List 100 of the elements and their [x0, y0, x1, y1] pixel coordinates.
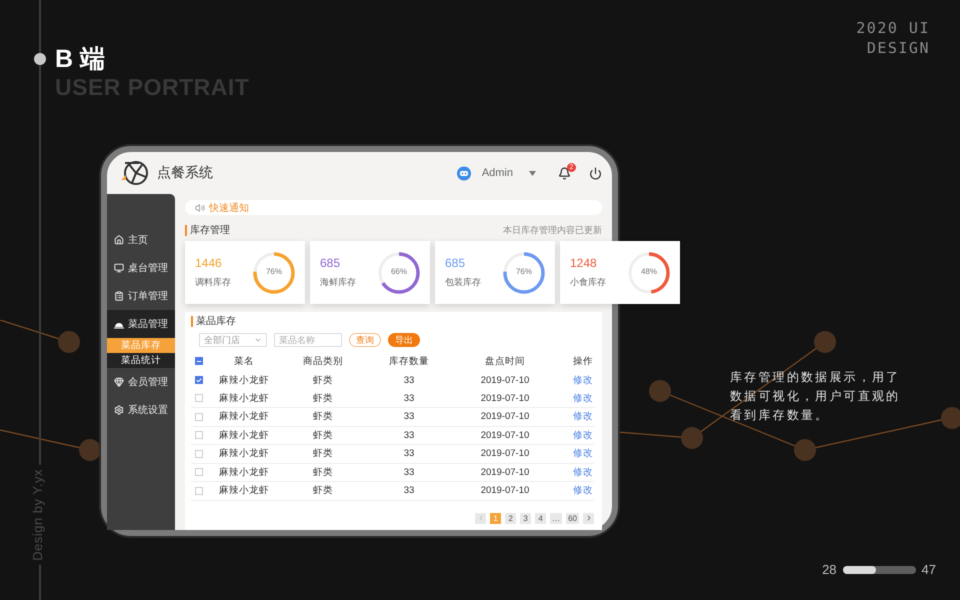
table-cell-text: 33	[402, 411, 416, 422]
edit-link[interactable]: 修改	[563, 447, 603, 460]
stat-label: 调料库存	[195, 276, 231, 289]
credit-text: Design by Y.yx	[30, 465, 45, 565]
table-cell-text: 2019-07-10	[480, 392, 530, 404]
table-cell-text: 33	[402, 466, 416, 478]
name-input[interactable]: 菜品名称	[274, 333, 342, 347]
user-name[interactable]: Admin	[482, 167, 513, 179]
bell-icon[interactable]	[558, 166, 571, 180]
table-cell-text: 麻辣小龙虾	[218, 484, 270, 498]
row-checkbox[interactable]	[195, 486, 203, 495]
row-checkbox[interactable]	[195, 394, 203, 402]
speaker-icon	[195, 202, 205, 212]
current-slide-number: 28	[822, 562, 837, 577]
caret-icon[interactable]	[529, 170, 536, 176]
ring-percent: 76%	[514, 266, 533, 276]
section-title: 库存管理	[185, 225, 230, 236]
power-icon[interactable]	[589, 166, 602, 180]
sidebar-item[interactable]: 主页	[107, 226, 175, 254]
stat-label: 海鲜库存	[320, 276, 356, 289]
table-cell-text: 麻辣小龙虾	[218, 466, 270, 479]
table-cell-text: 33	[402, 448, 416, 460]
table-cell-text: 虾类	[312, 428, 334, 442]
sidebar-item[interactable]: 菜品管理	[107, 310, 175, 338]
diamond-icon	[114, 377, 124, 387]
row-checkbox[interactable]	[195, 412, 203, 421]
stat-value: 1248	[570, 256, 598, 270]
timeline-dot	[34, 53, 46, 65]
edit-link[interactable]: 修改	[563, 428, 603, 442]
stat-label: 包装库存	[445, 276, 481, 289]
monitor-icon	[114, 263, 124, 273]
ring-percent: 48%	[640, 266, 658, 276]
ring-percent: 76%	[264, 266, 283, 276]
panel-title: 菜品库存	[191, 316, 594, 327]
row-checkbox[interactable]	[195, 376, 203, 384]
chevron-icon	[254, 336, 262, 344]
table-cell-text: 麻辣小龙虾	[218, 392, 270, 405]
ring-percent: 66%	[390, 266, 408, 276]
sidebar-item[interactable]: 订单管理	[107, 282, 175, 310]
export-button[interactable]: 导出	[388, 333, 420, 347]
table-cell-text: 麻辣小龙虾	[218, 447, 270, 460]
sidebar-item[interactable]: 桌台管理	[107, 254, 175, 282]
table-cell-text: 虾类	[312, 374, 334, 387]
edit-link[interactable]: 修改	[563, 466, 603, 479]
table-cell-text: 麻辣小龙虾	[218, 428, 270, 442]
page-button[interactable]: 3	[520, 512, 532, 524]
edit-link[interactable]: 修改	[563, 392, 603, 405]
table-cell-text: 33	[402, 430, 416, 441]
edit-link[interactable]: 修改	[563, 374, 603, 387]
select-all-checkbox[interactable]	[195, 357, 203, 365]
table-cell-text: 麻辣小龙虾	[218, 410, 270, 424]
row-checkbox[interactable]	[195, 431, 203, 440]
sidebar-item[interactable]: 系统设置	[107, 396, 175, 424]
stat-label: 小食库存	[570, 276, 606, 289]
page-button[interactable]: 4	[535, 512, 546, 524]
avatar-icon[interactable]	[456, 165, 472, 181]
update-note: 本日库存管理内容已更新	[503, 224, 602, 237]
slide-title: B 端	[55, 44, 106, 74]
sidebar-subitem[interactable]: 菜品统计	[107, 353, 175, 368]
column-header: 菜名	[233, 354, 255, 368]
table-cell-text: 2019-07-10	[480, 485, 530, 496]
page-button[interactable]: 2	[505, 512, 516, 524]
check-icon	[196, 376, 202, 384]
table-cell-text: 虾类	[312, 447, 334, 460]
edit-link[interactable]: 修改	[563, 410, 603, 424]
page-button[interactable]: 60	[566, 512, 579, 524]
logo-icon	[119, 160, 149, 186]
sidebar-item[interactable]: 会员管理	[107, 368, 175, 396]
row-checkbox[interactable]	[195, 468, 203, 476]
table-cell-text: 虾类	[312, 410, 334, 424]
stat-value: 1446	[195, 256, 223, 270]
table-cell-text: 33	[402, 374, 416, 386]
table-cell-text: 2019-07-10	[480, 374, 530, 386]
table-cell-text: 虾类	[312, 484, 334, 498]
row-checkbox[interactable]	[195, 450, 203, 458]
table-cell-text: 2019-07-10	[480, 466, 530, 478]
next-page-button[interactable]	[583, 512, 594, 524]
page-button[interactable]: …	[550, 512, 562, 524]
notice-text: 快速通知	[209, 202, 249, 214]
home-icon	[114, 235, 124, 245]
edit-link[interactable]: 修改	[563, 484, 603, 498]
query-button[interactable]: 查询	[349, 333, 381, 347]
column-header: 库存数量	[388, 354, 430, 368]
table-cell-text: 2019-07-10	[480, 430, 530, 441]
description-text: 库存管理的数据展示，用了数据可视化，用户可直观的看到库存数量。	[730, 369, 902, 424]
table-cell-text: 2019-07-10	[480, 411, 530, 422]
table-cell-text: 2019-07-10	[480, 448, 530, 460]
column-header: 操作	[572, 354, 594, 368]
table-cell-text: 麻辣小龙虾	[218, 374, 270, 387]
table-cell-text: 虾类	[312, 466, 334, 479]
table-cell-text: 虾类	[312, 392, 334, 405]
stat-value: 685	[445, 256, 466, 270]
stat-value: 685	[320, 256, 342, 270]
settings-icon	[114, 405, 124, 415]
column-header: 商品类别	[302, 354, 344, 368]
corner-caption: DESIGN	[866, 38, 930, 58]
corner-caption: 2020 UI	[856, 18, 930, 38]
total-slide-number: 47	[922, 562, 936, 577]
store-select[interactable]: 全部门店	[199, 333, 267, 347]
table-cell-text: 33	[402, 392, 416, 404]
